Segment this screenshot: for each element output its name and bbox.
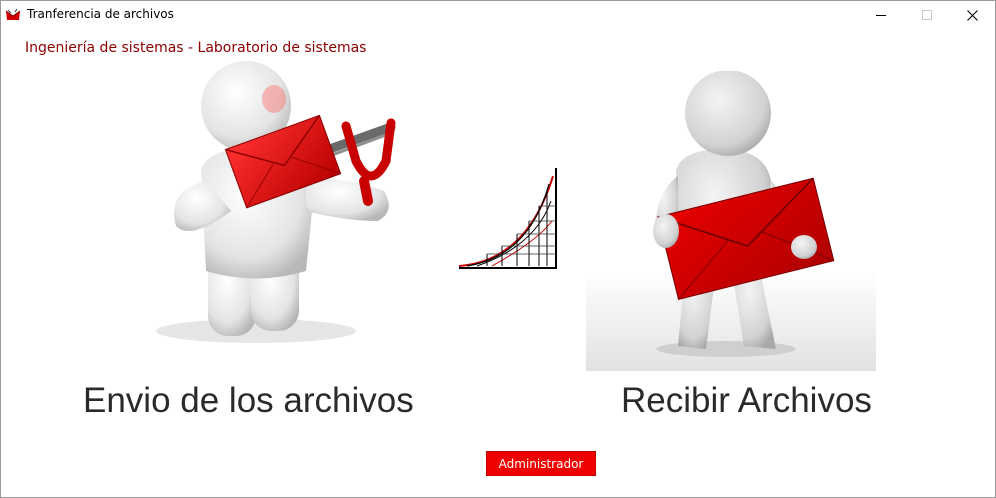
- maximize-icon: [922, 10, 932, 20]
- close-button[interactable]: [949, 1, 995, 29]
- receive-files-label[interactable]: Recibir Archivos: [621, 381, 872, 421]
- window-title: Tranferencia de archivos: [27, 7, 174, 21]
- close-icon: [966, 9, 978, 21]
- subtitle-label: Ingeniería de sistemas - Laboratorio de …: [25, 40, 367, 56]
- title-bar: Tranferencia de archivos: [1, 1, 995, 29]
- app-window: Tranferencia de archivos Ingeniería de s…: [0, 0, 996, 498]
- send-files-label[interactable]: Envio de los archivos: [83, 381, 414, 421]
- center-logo-icon: [458, 168, 557, 269]
- receive-envelope-illustration[interactable]: [586, 71, 876, 371]
- minimize-button[interactable]: [858, 1, 904, 29]
- maximize-button[interactable]: [904, 1, 950, 29]
- app-logo-icon: [5, 8, 21, 20]
- admin-button[interactable]: Administrador: [486, 451, 596, 476]
- minimize-icon: [876, 15, 886, 16]
- send-slingshot-illustration[interactable]: [146, 61, 406, 351]
